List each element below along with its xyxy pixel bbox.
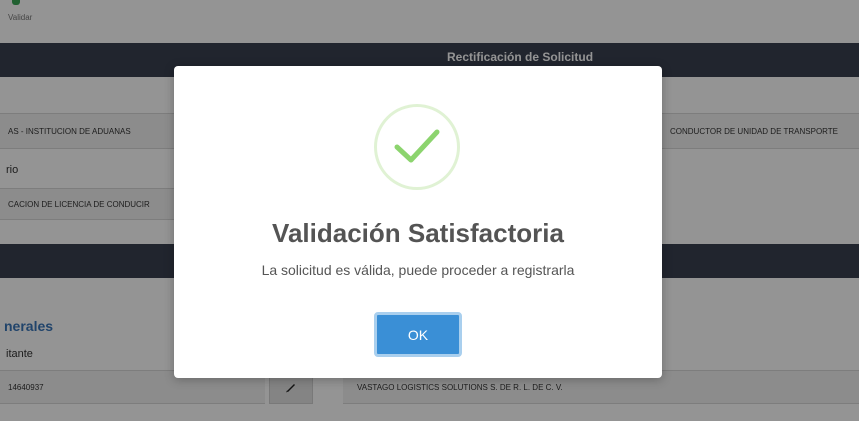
ok-button[interactable]: OK bbox=[374, 312, 462, 357]
checkmark-icon bbox=[394, 129, 440, 163]
dialog-message: La solicitud es válida, puede proceder a… bbox=[261, 262, 575, 278]
validation-dialog: Validación Satisfactoria La solicitud es… bbox=[174, 66, 662, 378]
check-circle-icon bbox=[374, 104, 460, 190]
dialog-title: Validación Satisfactoria bbox=[272, 218, 564, 248]
